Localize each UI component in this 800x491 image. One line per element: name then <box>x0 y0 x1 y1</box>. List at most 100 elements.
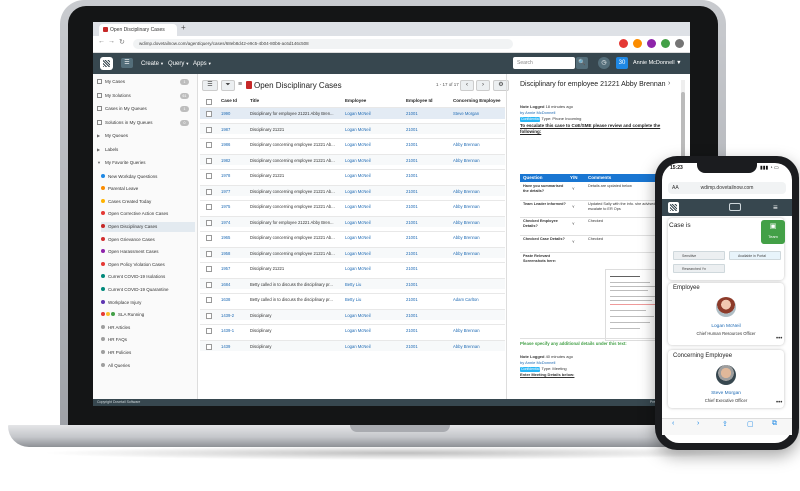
concerning-employee-cell[interactable]: Abby Brennan <box>453 201 503 212</box>
employee-cell[interactable]: Logan McNeil <box>345 310 400 321</box>
column-header[interactable]: Employee Id <box>406 95 433 107</box>
favorite-query-item[interactable]: New Workday Questions <box>101 172 195 182</box>
concerning-employee-cell[interactable]: Adam Carlton <box>453 294 503 305</box>
column-header[interactable]: Title <box>250 95 259 107</box>
table-row[interactable]: 1439-1 Disciplinary Logan McNeil 21001 Abby … <box>200 324 505 336</box>
table-row[interactable]: 1975 Disciplinary concerning employee 212… <box>200 200 505 212</box>
menu-query[interactable]: Query▼ <box>168 58 189 70</box>
employee-avatar[interactable] <box>716 297 736 317</box>
tabs-icon[interactable]: ⧉ <box>772 420 777 428</box>
table-row[interactable]: 1990 Disciplinary for employee 21221 Abby… <box>200 107 505 119</box>
concerning-employee-cell[interactable] <box>453 263 503 274</box>
table-row[interactable]: 1439 Disciplinary Logan McNeil 21001 Abby Br… <box>200 339 505 352</box>
table-row[interactable]: 1638 Betty called in to discuss the disci… <box>200 293 505 305</box>
home-button[interactable]: ☰ <box>121 58 133 68</box>
table-row[interactable]: 1684 Betty called in to discuss the disci… <box>200 277 505 290</box>
menu-apps[interactable]: Apps▼ <box>193 58 212 70</box>
next-page-button[interactable]: › <box>476 80 490 91</box>
concerning-employee-cell[interactable]: Steve Morgan <box>453 108 503 119</box>
bookmarks-icon[interactable]: ▢ <box>747 420 754 428</box>
favorite-query-item[interactable]: Workplace Injury <box>101 298 195 308</box>
filter-icon[interactable]: ⏷ <box>221 80 235 91</box>
favorite-query-item[interactable]: HR FAQs <box>101 335 195 345</box>
row-checkbox[interactable] <box>206 343 212 350</box>
concerning-employee-cell[interactable]: Abby Brennan <box>453 248 503 259</box>
concerning-employee-cell[interactable]: Abby Brennan <box>453 325 503 336</box>
browser-menu-icon[interactable] <box>675 39 684 48</box>
forward-icon[interactable]: › <box>697 420 699 427</box>
row-checkbox[interactable] <box>206 219 212 226</box>
favorite-query-item[interactable]: Current COVID-19 Quarantine <box>101 285 195 295</box>
table-row[interactable]: 1958 Disciplinary concerning employee 212… <box>200 246 505 259</box>
employee-cell[interactable]: Logan McNeil <box>345 325 400 336</box>
concerning-employee-cell[interactable] <box>453 124 503 135</box>
column-header[interactable]: Case Id <box>221 95 237 107</box>
row-checkbox[interactable] <box>206 111 212 117</box>
column-header[interactable]: Concerning Employee <box>453 95 501 107</box>
concerning-employee-avatar[interactable] <box>716 365 736 385</box>
favorite-query-item[interactable]: All Queries <box>101 361 195 371</box>
concerning-employee-cell[interactable]: Abby Brennan <box>453 139 503 150</box>
sidebar-item[interactable]: Cases in My Queues 1 <box>97 104 195 114</box>
concerning-employee-cell[interactable] <box>453 279 503 290</box>
concerning-employee-cell[interactable]: Abby Brennan <box>453 341 503 352</box>
team-button[interactable]: ▣ Team <box>761 220 785 244</box>
select-all-checkbox[interactable] <box>206 99 212 105</box>
dovetail-logo[interactable] <box>668 202 679 213</box>
user-count-badge[interactable]: 30 <box>616 57 628 69</box>
user-menu[interactable]: Annie McDonnell ▼ <box>633 58 682 68</box>
extension-icon[interactable] <box>619 39 628 48</box>
new-tab-button[interactable]: + <box>181 23 186 32</box>
row-checkbox[interactable] <box>206 312 212 319</box>
extension-icon[interactable] <box>647 39 656 48</box>
menu-create[interactable]: Create▼ <box>141 58 164 70</box>
employee-cell[interactable]: Logan McNeil <box>345 155 400 166</box>
url-field[interactable]: wdimp.dovetailnow.com/agent/query/cases/… <box>133 39 513 49</box>
employee-cell[interactable]: Betty Liu <box>345 294 400 305</box>
employee-cell[interactable]: Logan McNeil <box>345 248 400 259</box>
note-author[interactable]: by Annie McDonnell <box>520 360 555 365</box>
prev-page-button[interactable]: ‹ <box>460 80 474 91</box>
researched-chip[interactable]: Researched Yn <box>673 264 725 273</box>
forward-icon[interactable]: → <box>108 38 115 45</box>
concerning-employee-cell[interactable] <box>453 170 503 181</box>
employee-cell[interactable]: Logan McNeil <box>345 186 400 197</box>
table-row[interactable]: 1977 Disciplinary concerning employee 212… <box>200 184 505 197</box>
employee-name[interactable]: Logan McNeil <box>668 324 784 329</box>
favorite-query-item[interactable]: Open Disciplinary Cases <box>101 221 195 232</box>
sidebar-item[interactable]: ▶ My Queues <box>97 131 195 141</box>
table-row[interactable]: 1439-2 Disciplinary Logan McNeil 21001 <box>200 308 505 321</box>
row-checkbox[interactable] <box>206 142 212 148</box>
table-row[interactable]: 1957 Disciplinary 21221 Logan McNeil 21001 <box>200 262 505 274</box>
employee-cell[interactable]: Logan McNeil <box>345 341 400 352</box>
employee-cell[interactable]: Logan McNeil <box>345 217 400 228</box>
favorite-query-item[interactable]: Open Harassment Cases <box>101 247 195 257</box>
favorite-query-item[interactable]: HR Articles <box>101 323 195 333</box>
reload-icon[interactable]: ↻ <box>119 38 125 46</box>
favorite-query-item[interactable]: SLA Running <box>101 310 195 320</box>
extension-icon[interactable] <box>633 39 642 48</box>
search-icon[interactable]: 🔍 <box>576 57 588 69</box>
share-icon[interactable]: ⇪ <box>722 420 728 428</box>
employee-cell[interactable]: Betty Liu <box>345 279 400 290</box>
table-row[interactable]: 1982 Disciplinary concerning employee 212… <box>200 153 505 166</box>
sidebar-item[interactable]: My Solutions 61 <box>97 91 195 101</box>
row-checkbox[interactable] <box>206 188 212 195</box>
sidebar-item[interactable]: ▶ Labels <box>97 145 195 155</box>
note-author[interactable]: by Annie McDonnell <box>520 110 555 115</box>
back-icon[interactable]: ← <box>98 38 105 45</box>
close-detail-icon[interactable]: › <box>668 80 670 87</box>
concerning-employee-cell[interactable]: Abby Brennan <box>453 232 503 243</box>
concerning-employee-name[interactable]: Steve Morgan <box>668 391 784 396</box>
concerning-employee-cell[interactable]: Abby Brennan <box>453 186 503 197</box>
table-row[interactable]: 1965 Disciplinary concerning employee 212… <box>200 231 505 243</box>
table-row[interactable]: 1974 Disciplinary for employee 21221 Abby… <box>200 215 505 228</box>
favorite-query-item[interactable]: Parental Leave <box>101 184 195 194</box>
browser-tab[interactable]: Open Disciplinary Cases <box>99 24 177 36</box>
favorite-query-item[interactable]: Open Policy Violation Cases <box>101 260 195 270</box>
row-checkbox[interactable] <box>206 297 212 303</box>
favorite-query-item[interactable]: Current COVID-19 Isolations <box>101 272 195 282</box>
employee-cell[interactable]: Logan McNeil <box>345 232 400 243</box>
menu-icon[interactable]: ≡ <box>238 81 242 88</box>
favorite-query-item[interactable]: Cases Created Today <box>101 197 195 207</box>
